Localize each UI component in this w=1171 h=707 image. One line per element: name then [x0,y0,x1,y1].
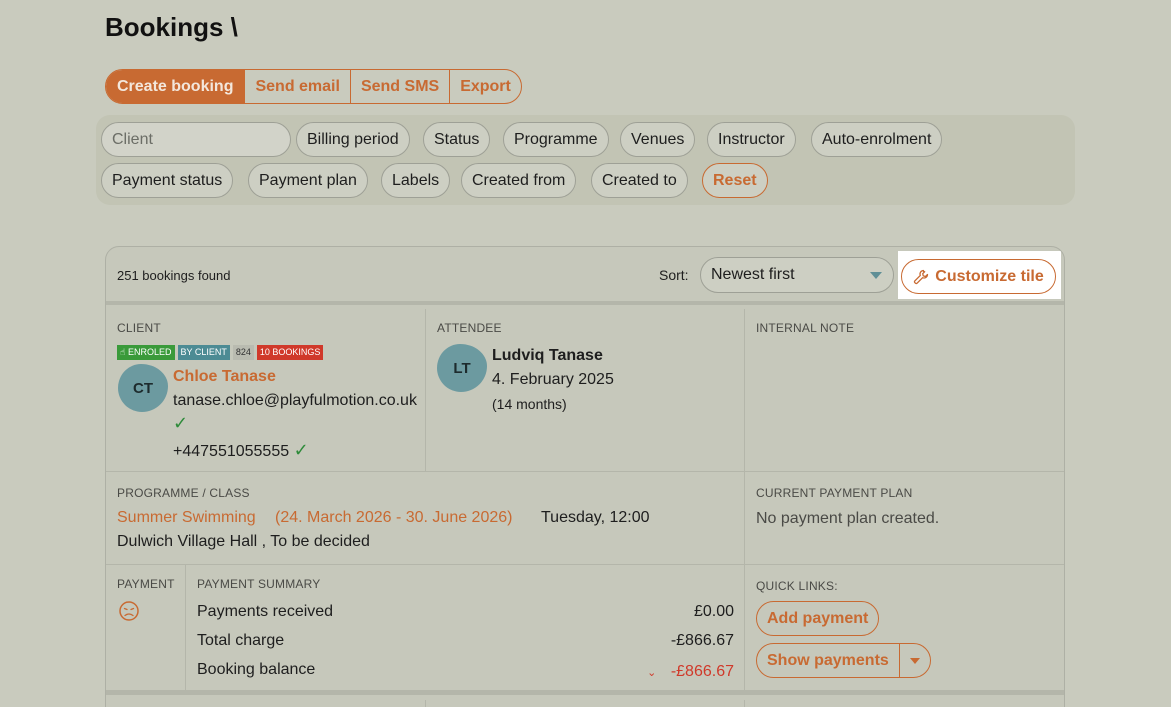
programme-filter[interactable]: Programme [503,122,609,157]
labels-filter[interactable]: Labels [381,163,451,198]
quick-links-label: QUICK LINKS: [756,579,838,593]
payment-plan-filter[interactable]: Payment plan [248,163,368,198]
send-email-button[interactable]: Send email [244,70,349,103]
export-button[interactable]: Export [449,70,521,103]
payment-plan-cell: CURRENT PAYMENT PLAN No payment plan cre… [745,472,1064,565]
booking-balance-value: -£866.67 [670,663,734,680]
payments-received-label: Payments received [197,603,334,620]
programme-link[interactable]: Summer Swimming [117,509,256,527]
attendee-dob: 4. February 2025 [492,371,614,388]
client-filter-input[interactable]: Client [101,122,291,157]
client-id-badge: 824 [232,345,254,360]
bookings-count-badge: 10 BOOKINGS [256,345,324,360]
chevron-down-icon[interactable]: ⌄ [647,667,656,679]
payments-received-value: £0.00 [693,603,734,620]
total-charge-label: Total charge [197,632,285,649]
auto-enrolment-filter[interactable]: Auto-enrolment [811,122,943,157]
customize-tile-label: Customize tile [935,267,1044,285]
total-charge-value: -£866.67 [670,632,734,649]
show-payments-button[interactable]: Show payments [757,644,900,677]
sort-select[interactable]: Newest first [700,257,894,293]
payment-summary-cell: PAYMENT SUMMARY Payments received £0.00 … [186,565,745,695]
created-to-filter[interactable]: Created to [591,163,688,198]
programme-label: PROGRAMME / CLASS [117,486,250,500]
client-name-link[interactable]: Chloe Tanase [173,368,276,386]
show-payments-split-button: Show payments [756,643,931,678]
status-filter[interactable]: Status [423,122,491,157]
payment-plan-value: No payment plan created. [756,510,940,527]
payment-status-filter[interactable]: Payment status [101,163,234,198]
create-booking-button[interactable]: Create booking [106,70,245,103]
wrench-icon [914,269,929,284]
billing-period-filter[interactable]: Billing period [296,122,410,157]
client-badges: ☝ ENROLED BY CLIENT 824 10 BOOKINGS [117,345,324,360]
attendee-cell: ATTENDEE LT Ludviq Tanase 4. February 20… [426,309,745,472]
results-count: 251 bookings found [117,268,231,283]
attendee-age: (14 months) [492,396,567,412]
attendee-label: ATTENDEE [437,321,502,335]
venues-filter[interactable]: Venues [620,122,696,157]
page-title: Bookings \ [105,12,238,42]
reset-button[interactable]: Reset [702,163,768,198]
payment-plan-label: CURRENT PAYMENT PLAN [756,486,913,500]
client-cell: CLIENT ☝ ENROLED BY CLIENT 824 10 BOOKIN… [106,309,426,472]
attendee-name: Ludviq Tanase [492,347,603,364]
programme-cell: PROGRAMME / CLASS Summer Swimming (24. M… [106,472,745,565]
booking-balance-row: ⌄ -£866.67 [647,663,734,681]
booking-balance-label: Booking balance [197,661,316,678]
created-from-filter[interactable]: Created from [461,163,577,198]
instructor-filter[interactable]: Instructor [707,122,796,157]
programme-time: Tuesday, 12:00 [541,509,650,526]
results-header: 251 bookings found Sort: Newest first Cu… [106,247,1064,305]
client-label: CLIENT [117,321,161,335]
quick-links-cell: QUICK LINKS: Add payment Show payments [745,565,1064,695]
thumb-icon: ☝ [120,347,126,357]
phone-verified-check-icon: ✓ [293,440,309,460]
internal-note-cell: INTERNAL NOTE [745,309,1064,472]
caret-down-icon [870,272,882,279]
customize-tile-button[interactable]: Customize tile [901,259,1056,294]
show-payments-dropdown[interactable] [900,644,930,677]
payment-cell: PAYMENT [106,565,186,695]
sad-face-icon [119,601,139,621]
client-phone-row: +447551055555 ✓ [173,440,309,461]
email-verified-check-icon: ✓ [173,413,189,433]
programme-venue: Dulwich Village Hall , To be decided [117,533,370,550]
next-row-cell [426,700,745,707]
payment-label: PAYMENT [117,577,175,591]
internal-note-label: INTERNAL NOTE [756,321,855,335]
next-row-cell [106,700,426,707]
customize-highlight: Customize tile [898,251,1061,299]
filter-panel: Client Billing period Status Programme V… [96,115,1075,205]
send-sms-button[interactable]: Send SMS [349,70,449,103]
client-phone: +447551055555 [173,443,290,460]
add-payment-button[interactable]: Add payment [756,601,880,636]
attendee-avatar: LT [437,344,487,392]
caret-down-icon [909,657,920,664]
programme-dates: (24. March 2026 - 30. June 2026) [275,509,513,526]
sort-value: Newest first [711,266,795,283]
client-avatar: CT [118,364,168,412]
booking-results-card: 251 bookings found Sort: Newest first Cu… [105,246,1065,707]
client-email: tanase.chloe@playfulmotion.co.uk [173,392,417,409]
payment-summary-label: PAYMENT SUMMARY [197,577,321,591]
sort-label: Sort: [659,267,689,283]
enroled-badge: ☝ ENROLED [117,345,175,360]
action-bar: Create booking Send email Send SMS Expor… [105,69,522,104]
by-client-badge: BY CLIENT [177,345,230,360]
